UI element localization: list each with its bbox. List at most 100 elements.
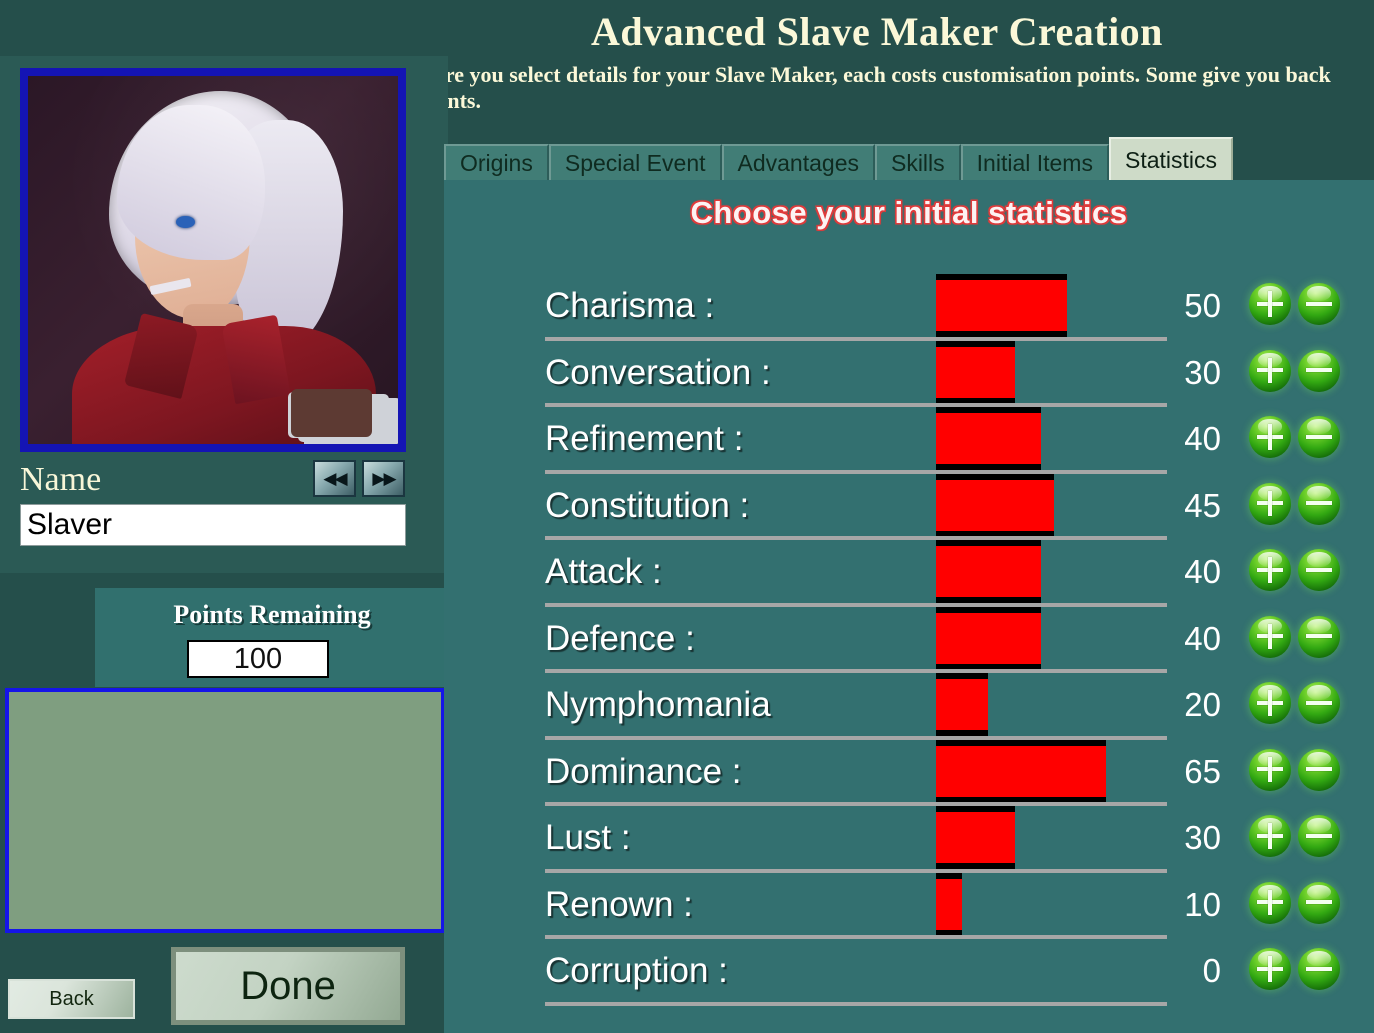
stat-row: Refinement : 40 bbox=[545, 407, 1373, 474]
stat-value: 20 bbox=[1184, 686, 1221, 723]
increase-nymphomania-button[interactable] bbox=[1249, 682, 1291, 724]
minus-icon bbox=[1306, 301, 1332, 306]
tab-bar: Origins Special Event Advantages Skills Init… bbox=[444, 137, 1234, 181]
decrease-renown-button[interactable] bbox=[1298, 881, 1340, 924]
stat-label: Renown : bbox=[545, 884, 693, 924]
stat-row: Nymphomania 20 bbox=[545, 673, 1373, 740]
tab-label: Statistics bbox=[1124, 146, 1218, 173]
back-button-label: Back bbox=[49, 987, 94, 1010]
app-root: Advanced Slave Maker Creation Here you s… bbox=[0, 0, 1374, 1033]
tab-label: Origins bbox=[460, 150, 533, 176]
stat-adjust-buttons bbox=[1249, 549, 1340, 591]
tab-label: Initial Items bbox=[976, 150, 1093, 176]
tab-initial-items[interactable]: Initial Items bbox=[960, 144, 1109, 181]
stat-adjust-buttons bbox=[1249, 948, 1340, 990]
stat-value: 45 bbox=[1184, 486, 1221, 524]
statistics-panel: Choose your initial statistics Charisma … bbox=[444, 180, 1374, 1033]
stat-value: 40 bbox=[1184, 619, 1221, 657]
stat-bar bbox=[936, 407, 1041, 470]
increase-lust-button[interactable] bbox=[1249, 815, 1291, 857]
tab-special-event[interactable]: Special Event bbox=[548, 144, 722, 181]
stat-value: 50 bbox=[1184, 287, 1221, 324]
decrease-lust-button[interactable] bbox=[1298, 815, 1340, 857]
character-portrait-image bbox=[28, 76, 398, 444]
tab-label: Advantages bbox=[737, 150, 859, 176]
decrease-dominance-button[interactable] bbox=[1298, 748, 1340, 791]
portrait-panel: Name ◀◀ ▶▶ Slaver bbox=[0, 56, 448, 573]
portrait-studs-shape bbox=[290, 388, 373, 437]
plus-icon bbox=[1268, 424, 1272, 450]
decrease-constitution-button[interactable] bbox=[1298, 482, 1340, 525]
stat-adjust-buttons bbox=[1249, 748, 1340, 791]
increase-dominance-button[interactable] bbox=[1249, 748, 1291, 791]
points-remaining-value: 100 bbox=[187, 640, 329, 678]
stat-bar bbox=[936, 540, 1041, 603]
plus-icon bbox=[1268, 490, 1272, 517]
decrease-attack-button[interactable] bbox=[1298, 549, 1340, 591]
stat-label: Refinement : bbox=[545, 419, 744, 458]
stat-bar bbox=[936, 606, 1041, 670]
increase-attack-button[interactable] bbox=[1249, 549, 1291, 591]
increase-charisma-button[interactable] bbox=[1249, 283, 1291, 325]
next-portrait-button[interactable]: ▶▶ bbox=[362, 460, 405, 497]
stat-row: Lust : 30 bbox=[545, 806, 1373, 873]
decrease-refinement-button[interactable] bbox=[1298, 416, 1340, 458]
tab-skills[interactable]: Skills bbox=[874, 144, 961, 181]
decrease-defence-button[interactable] bbox=[1298, 615, 1340, 658]
minus-icon bbox=[1306, 700, 1332, 705]
stat-bar bbox=[936, 806, 1015, 869]
plus-icon bbox=[1268, 956, 1272, 982]
minus-icon bbox=[1306, 900, 1332, 905]
decrease-nymphomania-button[interactable] bbox=[1298, 682, 1340, 724]
portrait-frame[interactable] bbox=[20, 68, 406, 452]
minus-icon bbox=[1306, 767, 1332, 772]
tab-statistics[interactable]: Statistics bbox=[1108, 137, 1234, 181]
increase-defence-button[interactable] bbox=[1249, 615, 1291, 658]
stat-adjust-buttons bbox=[1249, 482, 1340, 525]
stat-adjust-buttons bbox=[1249, 815, 1340, 857]
tab-advantages[interactable]: Advantages bbox=[721, 144, 875, 181]
plus-icon bbox=[1268, 690, 1272, 716]
plus-icon bbox=[1268, 823, 1272, 849]
increase-corruption-button[interactable] bbox=[1249, 948, 1291, 990]
name-input[interactable]: Slaver bbox=[20, 504, 406, 546]
stat-adjust-buttons bbox=[1249, 283, 1340, 325]
decrease-charisma-button[interactable] bbox=[1298, 283, 1340, 325]
stat-adjust-buttons bbox=[1249, 881, 1340, 924]
stat-row: Dominance : 65 bbox=[545, 739, 1373, 806]
increase-refinement-button[interactable] bbox=[1249, 416, 1291, 458]
decrease-conversation-button[interactable] bbox=[1298, 349, 1340, 392]
stat-label: Lust : bbox=[545, 818, 631, 857]
page-subtitle: Here you select details for your Slave M… bbox=[418, 62, 1331, 113]
stat-label: Charisma : bbox=[545, 286, 715, 325]
back-button[interactable]: Back bbox=[8, 979, 135, 1019]
points-remaining-label: Points Remaining bbox=[173, 600, 371, 629]
decrease-corruption-button[interactable] bbox=[1298, 948, 1340, 990]
minus-icon bbox=[1306, 567, 1332, 572]
stat-bar bbox=[936, 274, 1067, 337]
minus-icon bbox=[1306, 434, 1332, 439]
stat-value: 0 bbox=[1202, 952, 1221, 989]
tab-origins[interactable]: Origins bbox=[444, 144, 549, 181]
portrait-eye-shape bbox=[176, 215, 195, 228]
name-label: Name bbox=[20, 461, 102, 498]
stat-label: Defence : bbox=[545, 618, 695, 658]
increase-constitution-button[interactable] bbox=[1249, 482, 1291, 525]
stat-adjust-buttons bbox=[1249, 349, 1340, 392]
plus-icon bbox=[1268, 291, 1272, 317]
previous-portrait-button[interactable]: ◀◀ bbox=[313, 460, 356, 497]
stat-bar bbox=[936, 872, 963, 936]
tab-label: Special Event bbox=[564, 150, 706, 176]
stat-adjust-buttons bbox=[1249, 416, 1340, 458]
stat-value: 65 bbox=[1184, 752, 1221, 790]
description-log-box[interactable] bbox=[5, 688, 445, 933]
done-button[interactable]: Done bbox=[171, 947, 405, 1025]
increase-renown-button[interactable] bbox=[1249, 881, 1291, 924]
stat-bar bbox=[936, 673, 989, 736]
stat-row: Corruption : 0 bbox=[545, 939, 1373, 1006]
plus-icon bbox=[1268, 557, 1272, 583]
stat-row: Conversation : 30 bbox=[545, 340, 1373, 407]
stat-value: 30 bbox=[1184, 819, 1221, 856]
stat-bar bbox=[936, 473, 1054, 537]
increase-conversation-button[interactable] bbox=[1249, 349, 1291, 392]
